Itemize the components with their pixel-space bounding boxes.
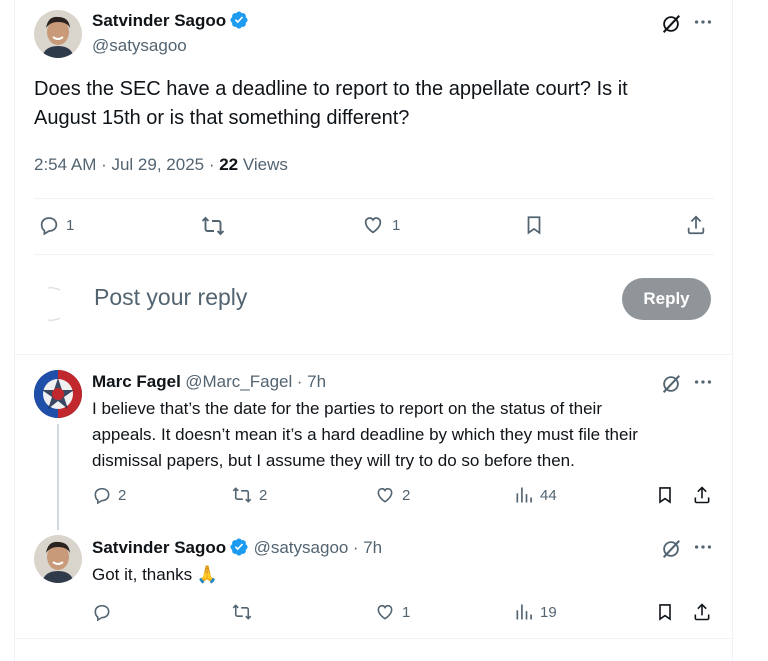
author-handle[interactable]: @satysagoo [92,36,187,56]
repost-action[interactable] [231,602,259,622]
share-icon[interactable] [685,214,707,236]
verified-badge-icon[interactable] [229,537,249,557]
repost-action[interactable]: 2 [231,485,267,505]
heart-icon [360,214,386,236]
repost-icon [231,602,253,622]
reply-text-line: appeals. It doesn’t mean it’s a hard dea… [92,425,638,444]
composer-avatar [47,286,64,322]
reply-count: 2 [118,486,127,504]
post-timestamp[interactable]: 2:54 AM · Jul 29, 2025 · [34,155,219,174]
grok-icon[interactable] [660,373,682,395]
views-action[interactable]: 19 [514,602,557,622]
reply-text-line: dismissal papers, but I assume they will… [92,451,575,470]
views-count: 19 [540,603,557,621]
post-metadata: 2:54 AM · Jul 29, 2025 · 22 Views [34,155,288,175]
views-label: Views [242,155,288,174]
author-name[interactable]: Satvinder Sagoo [92,538,226,557]
divider [34,254,714,255]
reply-count: 1 [66,216,75,234]
views-count: 22 [219,155,239,174]
like-action[interactable]: 2 [374,485,410,505]
more-options-icon[interactable] [692,11,714,33]
views-action[interactable]: 44 [514,485,557,505]
like-count: 1 [392,216,401,234]
reply-text: Got it, thanks 🙏 [92,565,219,584]
analytics-icon [514,485,534,505]
heart-icon [374,485,396,505]
like-action[interactable]: 1 [360,214,400,236]
reply-action[interactable]: 1 [38,214,74,236]
reply-icon [92,602,112,622]
more-options-icon[interactable] [692,371,714,393]
divider [14,354,733,355]
post-author: Satvinder Sagoo [92,10,249,31]
more-options-icon[interactable] [692,536,714,558]
reply-header: Marc Fagel @Marc_Fagel · 7h [92,372,326,392]
post-text: Does the SEC have a deadline to report t… [34,75,714,133]
reply-button[interactable]: Reply [622,278,711,320]
author-name[interactable]: Satvinder Sagoo [92,11,226,30]
repost-action[interactable] [200,214,232,238]
reply-time[interactable]: · 7h [353,538,382,557]
reply-action[interactable] [92,602,118,622]
post-text-line: August 15th or is that something differe… [34,107,410,129]
heart-icon [374,602,396,622]
grok-icon[interactable] [660,13,682,35]
thread-line [57,424,59,530]
like-count: 2 [402,486,411,504]
reply-input[interactable]: Post your reply [94,284,247,311]
divider [14,638,733,639]
author-name[interactable]: Marc Fagel [92,372,181,391]
repost-icon [200,214,226,238]
avatar[interactable] [34,10,82,58]
views-count: 44 [540,486,557,504]
bookmark-icon[interactable] [655,602,675,622]
share-icon[interactable] [692,602,712,622]
share-icon[interactable] [692,485,712,505]
reply-action[interactable]: 2 [92,485,126,505]
divider [34,198,714,199]
reply-time[interactable]: · 7h [297,372,326,391]
bookmark-icon[interactable] [523,214,545,236]
reply-icon [38,214,60,236]
repost-icon [231,485,253,505]
reply-text: I believe that’s the date for the partie… [92,396,712,474]
reply-text-line: I believe that’s the date for the partie… [92,399,602,418]
verified-badge-icon[interactable] [229,10,249,30]
grok-icon[interactable] [660,538,682,560]
avatar[interactable] [34,370,82,418]
reply-icon [92,485,112,505]
like-count: 1 [402,603,411,621]
like-action[interactable]: 1 [374,602,410,622]
bookmark-icon[interactable] [655,485,675,505]
avatar[interactable] [34,535,82,583]
post-text-line: Does the SEC have a deadline to report t… [34,78,628,100]
author-handle[interactable]: @Marc_Fagel [185,372,292,391]
reply-header: Satvinder Sagoo @satysagoo · 7h [92,537,382,558]
repost-count: 2 [259,486,268,504]
analytics-icon [514,602,534,622]
author-handle[interactable]: @satysagoo [254,538,349,557]
